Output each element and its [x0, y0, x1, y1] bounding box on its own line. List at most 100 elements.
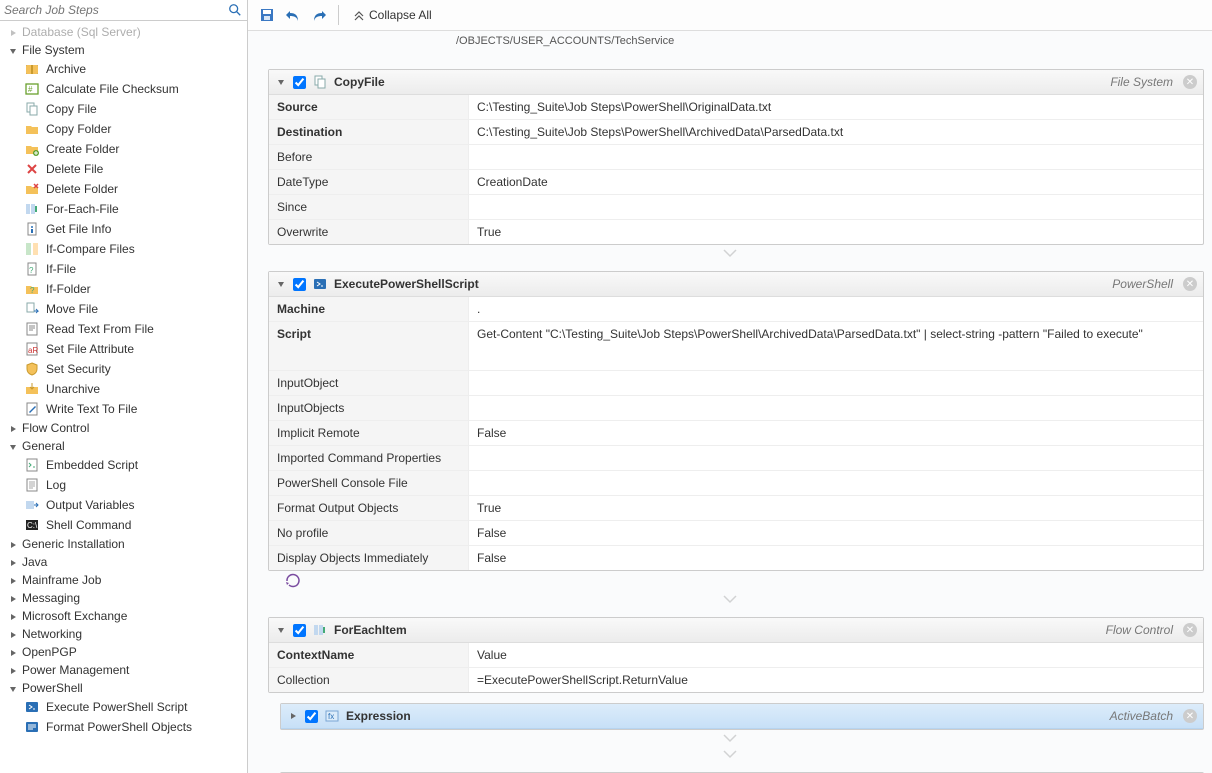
property-value[interactable]: CreationDate — [469, 170, 1203, 194]
tree-caret-icon[interactable] — [8, 683, 18, 693]
tree-item[interactable]: Output Variables — [0, 495, 247, 515]
tree-item[interactable]: Execute PowerShell Script — [0, 697, 247, 717]
loop-indicator-icon — [256, 571, 1204, 591]
redo-button[interactable] — [308, 4, 330, 26]
tree-item[interactable]: Write Text To File — [0, 399, 247, 419]
property-value[interactable]: Value — [469, 643, 1203, 667]
tree-item[interactable]: Copy Folder — [0, 119, 247, 139]
property-value[interactable] — [469, 471, 1203, 495]
tree-item[interactable]: Archive — [0, 59, 247, 79]
drop-indicator[interactable] — [256, 245, 1204, 261]
close-icon[interactable]: ✕ — [1183, 75, 1197, 89]
property-value[interactable]: False — [469, 521, 1203, 545]
tree-item-label: Execute PowerShell Script — [46, 700, 187, 714]
undo-button[interactable] — [282, 4, 304, 26]
search-input[interactable] — [4, 3, 227, 17]
tree-item[interactable]: C:\Shell Command — [0, 515, 247, 535]
tree-category[interactable]: PowerShell — [0, 679, 247, 697]
step-enabled-checkbox[interactable] — [305, 710, 318, 723]
tree-item[interactable]: Delete Folder — [0, 179, 247, 199]
property-value[interactable] — [469, 145, 1203, 169]
tree-item[interactable]: Format PowerShell Objects — [0, 717, 247, 737]
expand-caret-icon[interactable] — [275, 278, 287, 290]
property-value[interactable]: Get-Content "C:\Testing_Suite\Job Steps\… — [469, 322, 1203, 370]
close-icon[interactable]: ✕ — [1183, 709, 1197, 723]
tree-item[interactable]: #Calculate File Checksum — [0, 79, 247, 99]
tree-category[interactable]: File System — [0, 41, 247, 59]
tree-caret-icon[interactable] — [8, 647, 18, 657]
tree-item[interactable]: Log — [0, 475, 247, 495]
tree-item[interactable]: Move File — [0, 299, 247, 319]
expand-caret-icon[interactable] — [275, 76, 287, 88]
tree-caret-icon[interactable] — [8, 611, 18, 621]
property-value[interactable]: False — [469, 546, 1203, 570]
tree-caret-icon[interactable] — [8, 629, 18, 639]
property-value[interactable] — [469, 396, 1203, 420]
property-value[interactable]: C:\Testing_Suite\Job Steps\PowerShell\Or… — [469, 95, 1203, 119]
tree-caret-icon[interactable] — [8, 665, 18, 675]
property-value[interactable]: C:\Testing_Suite\Job Steps\PowerShell\Ar… — [469, 120, 1203, 144]
tree-caret-icon[interactable] — [8, 423, 18, 433]
tree-item[interactable]: ?If-File — [0, 259, 247, 279]
step-category: ActiveBatch — [1110, 709, 1173, 723]
search-icon[interactable] — [227, 2, 243, 18]
close-icon[interactable]: ✕ — [1183, 277, 1197, 291]
compare-icon — [24, 241, 40, 257]
tree-item[interactable]: Embedded Script — [0, 455, 247, 475]
property-value[interactable] — [469, 195, 1203, 219]
expand-caret-icon[interactable] — [275, 624, 287, 636]
property-value[interactable] — [469, 446, 1203, 470]
close-icon[interactable]: ✕ — [1183, 623, 1197, 637]
tree-item[interactable]: Delete File — [0, 159, 247, 179]
step-header[interactable]: ExecutePowerShellScriptPowerShell✕ — [269, 272, 1203, 297]
step-enabled-checkbox[interactable] — [293, 624, 306, 637]
tree-item[interactable]: For-Each-File — [0, 199, 247, 219]
tree-item[interactable]: Read Text From File — [0, 319, 247, 339]
tree-item[interactable]: If-Compare Files — [0, 239, 247, 259]
tree-item[interactable]: Unarchive — [0, 379, 247, 399]
step-header[interactable]: ForEachItemFlow Control✕ — [269, 618, 1203, 643]
drop-indicator[interactable] — [256, 746, 1204, 762]
property-value[interactable]: True — [469, 220, 1203, 244]
property-label: Before — [269, 145, 469, 169]
tree-category[interactable]: OpenPGP — [0, 643, 247, 661]
step-header[interactable]: CopyFileFile System✕ — [269, 70, 1203, 95]
expand-caret-icon[interactable] — [287, 710, 299, 722]
tree-category[interactable]: Generic Installation — [0, 535, 247, 553]
step-enabled-checkbox[interactable] — [293, 278, 306, 291]
tree-caret-icon[interactable] — [8, 593, 18, 603]
tree-category[interactable]: Flow Control — [0, 419, 247, 437]
drop-indicator[interactable] — [256, 591, 1204, 607]
tree-category[interactable]: General — [0, 437, 247, 455]
tree-category[interactable]: Messaging — [0, 589, 247, 607]
property-value[interactable]: . — [469, 297, 1203, 321]
tree-item[interactable]: ?If-Folder — [0, 279, 247, 299]
property-value[interactable] — [469, 371, 1203, 395]
tree-item[interactable]: Set Security — [0, 359, 247, 379]
tree-item[interactable]: aRSet File Attribute — [0, 339, 247, 359]
tree-category[interactable]: Java — [0, 553, 247, 571]
tree-caret-icon[interactable] — [8, 539, 18, 549]
tree-category[interactable]: Microsoft Exchange — [0, 607, 247, 625]
tree-category[interactable]: Mainframe Job — [0, 571, 247, 589]
tree-category[interactable]: Power Management — [0, 661, 247, 679]
property-value[interactable]: =ExecutePowerShellScript.ReturnValue — [469, 668, 1203, 692]
tree-category-truncated[interactable]: Database (Sql Server) — [0, 23, 247, 41]
collapse-all-button[interactable]: Collapse All — [347, 6, 438, 24]
save-button[interactable] — [256, 4, 278, 26]
tree-caret-icon[interactable] — [8, 575, 18, 585]
property-value[interactable]: True — [469, 496, 1203, 520]
tree-caret-icon[interactable] — [8, 441, 18, 451]
tree-item[interactable]: Create Folder — [0, 139, 247, 159]
tree-item[interactable]: Copy File — [0, 99, 247, 119]
step-header[interactable]: fxExpressionActiveBatch✕ — [281, 704, 1203, 729]
tree-item[interactable]: Get File Info — [0, 219, 247, 239]
property-value[interactable]: False — [469, 421, 1203, 445]
tree-caret-icon[interactable] — [8, 45, 18, 55]
property-row: No profileFalse — [269, 521, 1203, 546]
tree-category-label: General — [22, 439, 65, 453]
tree-caret-icon[interactable] — [8, 557, 18, 567]
tree-category[interactable]: Networking — [0, 625, 247, 643]
step-enabled-checkbox[interactable] — [293, 76, 306, 89]
drop-indicator[interactable] — [256, 730, 1204, 746]
